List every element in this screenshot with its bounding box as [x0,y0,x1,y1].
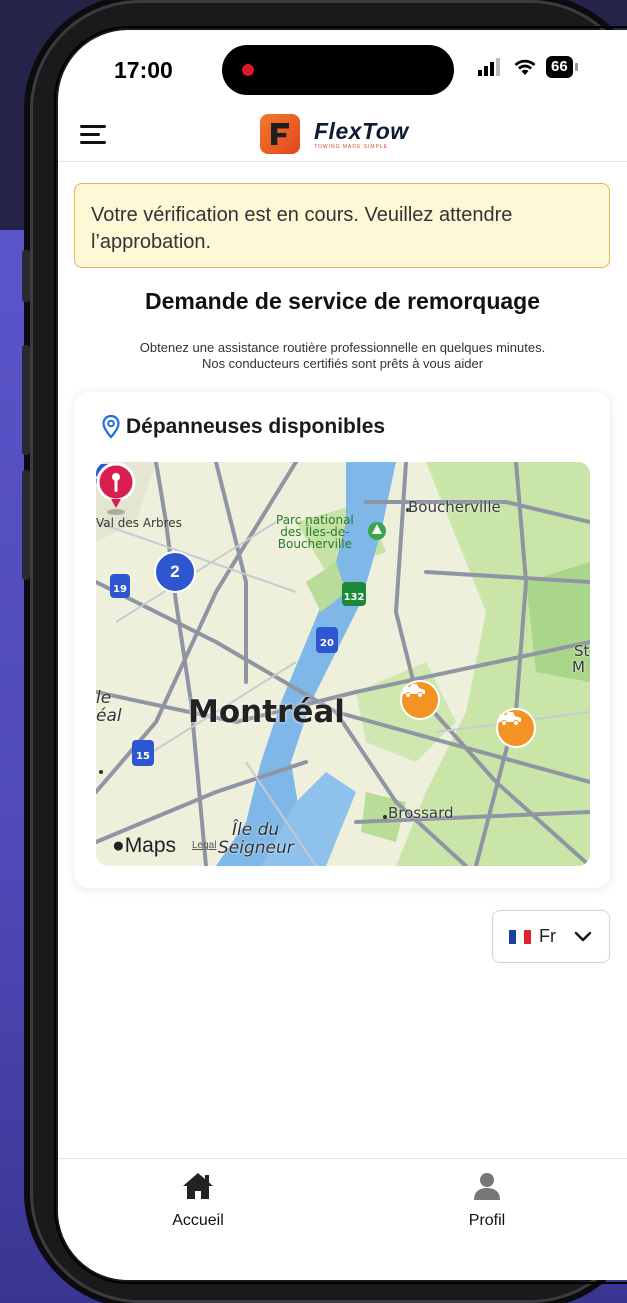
available-trucks-card: Dépanneuses disponibles 19 132 20 15 Bou… [74,392,610,888]
verification-alert: Votre vérification est en cours. Veuille… [74,183,610,268]
tow-truck-marker[interactable] [496,708,536,748]
svg-text:132: 132 [344,592,365,603]
tow-truck-marker[interactable] [400,680,440,720]
svg-text:15: 15 [136,751,150,762]
profile-icon [474,1173,500,1200]
apple-logo-icon: ● [112,834,125,857]
nav-item-profile[interactable]: Profil [427,1171,547,1230]
trucks-map[interactable]: 440 19 132 20 15 Boucherville Val des Ar… [96,462,590,866]
volume-down-button [22,470,30,580]
map-label-montreal: Montréal [188,694,345,730]
battery-icon [574,63,578,71]
wifi-icon [514,59,536,75]
nav-item-home[interactable]: Accueil [138,1171,258,1230]
hamburger-menu-icon[interactable] [80,125,106,147]
language-value: Fr [539,926,556,946]
cellular-signal-icon [478,58,500,76]
recording-dot-icon [242,64,254,76]
language-select[interactable]: Fr [492,910,610,963]
user-location-pin-icon[interactable] [96,462,136,516]
app-header: FlexTow TOWING MADE SIMPLE [58,110,627,162]
app-screen: 17:00 66 FlexTow TOWING MADE SIMPLE Votr… [58,30,627,1280]
tow-truck-icon [499,712,521,726]
map-legal-link[interactable]: Legal [192,840,216,851]
map-label-brossard: Brossard [388,804,454,822]
home-icon [183,1173,213,1199]
subtitle-line-1: Obtenez une assistance routière professi… [139,340,546,355]
logo-tagline: TOWING MADE SIMPLE [314,143,389,150]
subtitle-line-2: Nos conducteurs certifiés sont prêts à v… [201,356,484,371]
map-label-ile-du: Île du [232,820,280,840]
volume-up-button [22,345,30,455]
nav-profile-label: Profil [468,1212,506,1229]
svg-text:19: 19 [113,584,127,595]
dynamic-island [222,45,454,95]
map-label-boucherville: Boucherville [408,498,501,516]
page-subtitle: Obtenez une assistance routière professi… [58,340,627,372]
map-label-seigneur: Seigneur [218,838,294,858]
map-cluster-marker[interactable]: 2 [154,551,196,593]
flextow-logo: FlexTow TOWING MADE SIMPLE [260,114,409,154]
tow-truck-icon [403,684,425,698]
card-header: Dépanneuses disponibles [102,415,385,439]
page-title: Demande de service de remorquage [145,288,540,314]
bottom-navigation: Accueil Profil [58,1158,627,1280]
map-label-val-des-arbres: Val des Arbres [96,516,182,530]
map-label-eal: éal [96,706,122,726]
nav-home-label: Accueil [172,1212,224,1229]
logo-text: FlexTow [314,117,409,144]
map-label-parc-national: Parc national des Îles-de- Boucherville [276,514,354,550]
chevron-down-icon [574,931,592,941]
card-title: Dépanneuses disponibles [126,415,386,438]
maps-brand-text: Maps [124,834,177,857]
status-icons: 66 [478,56,578,78]
battery-level: 66 [546,56,573,78]
location-pin-icon [102,415,120,439]
apple-maps-brand: ●Maps [112,834,176,858]
map-label-m: M [572,658,585,676]
status-time: 17:00 [114,57,173,83]
parc-line-3: Boucherville [277,537,352,551]
france-flag-icon [509,929,531,944]
logo-mark-icon [260,114,300,154]
action-button [22,250,30,302]
map-label-le: le [96,688,112,708]
svg-text:20: 20 [320,638,334,649]
